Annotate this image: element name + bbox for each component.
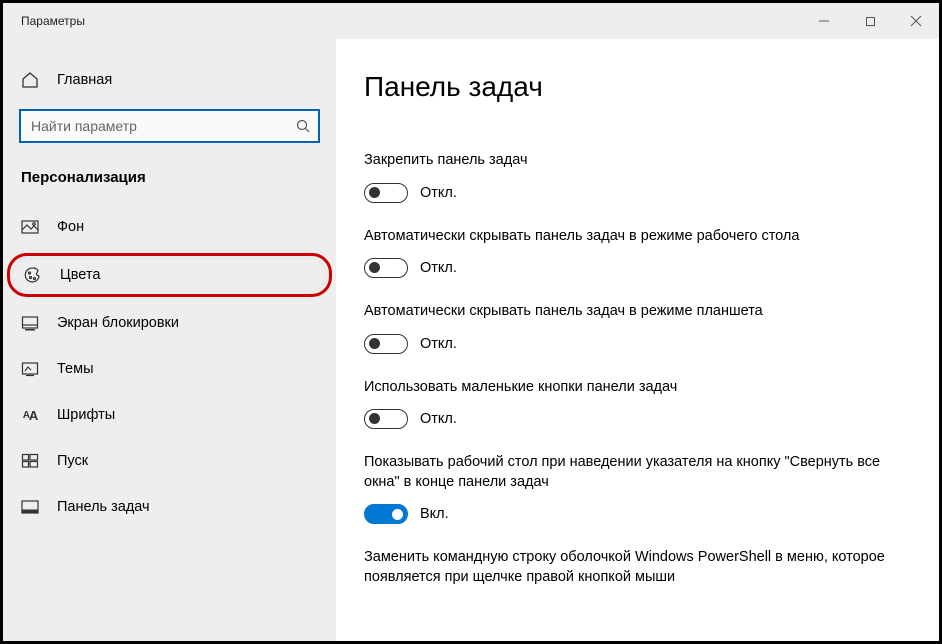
close-button[interactable] <box>893 3 939 39</box>
sidebar-item-label: Панель задач <box>57 499 150 515</box>
palette-icon <box>24 266 42 284</box>
toggle-state: Вкл. <box>420 506 449 522</box>
setting-peek-desktop: Показывать рабочий стол при наведении ук… <box>364 453 897 524</box>
window-controls <box>801 3 939 39</box>
sidebar-item-background[interactable]: Фон <box>3 207 336 247</box>
toggle-state: Откл. <box>420 411 457 427</box>
home-link[interactable]: Главная <box>3 63 336 109</box>
sidebar-item-colors[interactable]: Цвета <box>7 253 332 297</box>
setting-label: Закрепить панель задач <box>364 151 897 171</box>
setting-autohide-desktop: Автоматически скрывать панель задач в ре… <box>364 227 897 279</box>
sidebar-item-taskbar[interactable]: Панель задач <box>3 487 336 527</box>
sidebar: Главная Персонализация Фон Цвета Экран б… <box>3 39 336 641</box>
close-icon <box>910 15 922 27</box>
sidebar-item-label: Экран блокировки <box>57 315 179 331</box>
lockscreen-icon <box>21 314 39 332</box>
setting-autohide-tablet: Автоматически скрывать панель задач в ре… <box>364 302 897 354</box>
search-icon <box>296 119 310 133</box>
maximize-icon <box>865 16 876 27</box>
setting-label: Автоматически скрывать панель задач в ре… <box>364 227 897 247</box>
home-label: Главная <box>57 72 112 88</box>
sidebar-item-lockscreen[interactable]: Экран блокировки <box>3 303 336 343</box>
setting-label: Показывать рабочий стол при наведении ук… <box>364 453 897 492</box>
picture-icon <box>21 218 39 236</box>
start-icon <box>21 452 39 470</box>
page-heading: Панель задач <box>364 71 897 103</box>
toggle-switch[interactable] <box>364 504 408 524</box>
toggle-switch[interactable] <box>364 334 408 354</box>
search-input[interactable] <box>21 111 318 141</box>
content-area: Главная Персонализация Фон Цвета Экран б… <box>3 39 939 641</box>
toggle-switch[interactable] <box>364 258 408 278</box>
nav-list: Фон Цвета Экран блокировки Темы AA Шрифт… <box>3 204 336 530</box>
setting-lock-taskbar: Закрепить панель задач Откл. <box>364 151 897 203</box>
setting-label: Автоматически скрывать панель задач в ре… <box>364 302 897 322</box>
fonts-icon: AA <box>21 406 39 424</box>
sidebar-item-label: Фон <box>57 219 84 235</box>
maximize-button[interactable] <box>847 3 893 39</box>
setting-small-buttons: Использовать маленькие кнопки панели зад… <box>364 378 897 430</box>
toggle-state: Откл. <box>420 336 457 352</box>
sidebar-item-fonts[interactable]: AA Шрифты <box>3 395 336 435</box>
home-icon <box>21 71 39 89</box>
sidebar-item-label: Пуск <box>57 453 88 469</box>
sidebar-item-themes[interactable]: Темы <box>3 349 336 389</box>
toggle-state: Откл. <box>420 260 457 276</box>
main-panel: Панель задач Закрепить панель задач Откл… <box>336 39 939 641</box>
title-bar: Параметры <box>3 3 939 39</box>
section-title: Персонализация <box>3 163 336 204</box>
minimize-icon <box>818 15 830 27</box>
themes-icon <box>21 360 39 378</box>
window-title: Параметры <box>3 14 85 28</box>
setting-label-powershell: Заменить командную строку оболочкой Wind… <box>364 548 897 587</box>
taskbar-icon <box>21 498 39 516</box>
toggle-state: Откл. <box>420 185 457 201</box>
sidebar-item-label: Цвета <box>60 267 100 283</box>
setting-label: Использовать маленькие кнопки панели зад… <box>364 378 897 398</box>
search-box[interactable] <box>19 109 320 143</box>
sidebar-item-label: Шрифты <box>57 407 115 423</box>
sidebar-item-start[interactable]: Пуск <box>3 441 336 481</box>
toggle-switch[interactable] <box>364 409 408 429</box>
toggle-switch[interactable] <box>364 183 408 203</box>
minimize-button[interactable] <box>801 3 847 39</box>
sidebar-item-label: Темы <box>57 361 94 377</box>
